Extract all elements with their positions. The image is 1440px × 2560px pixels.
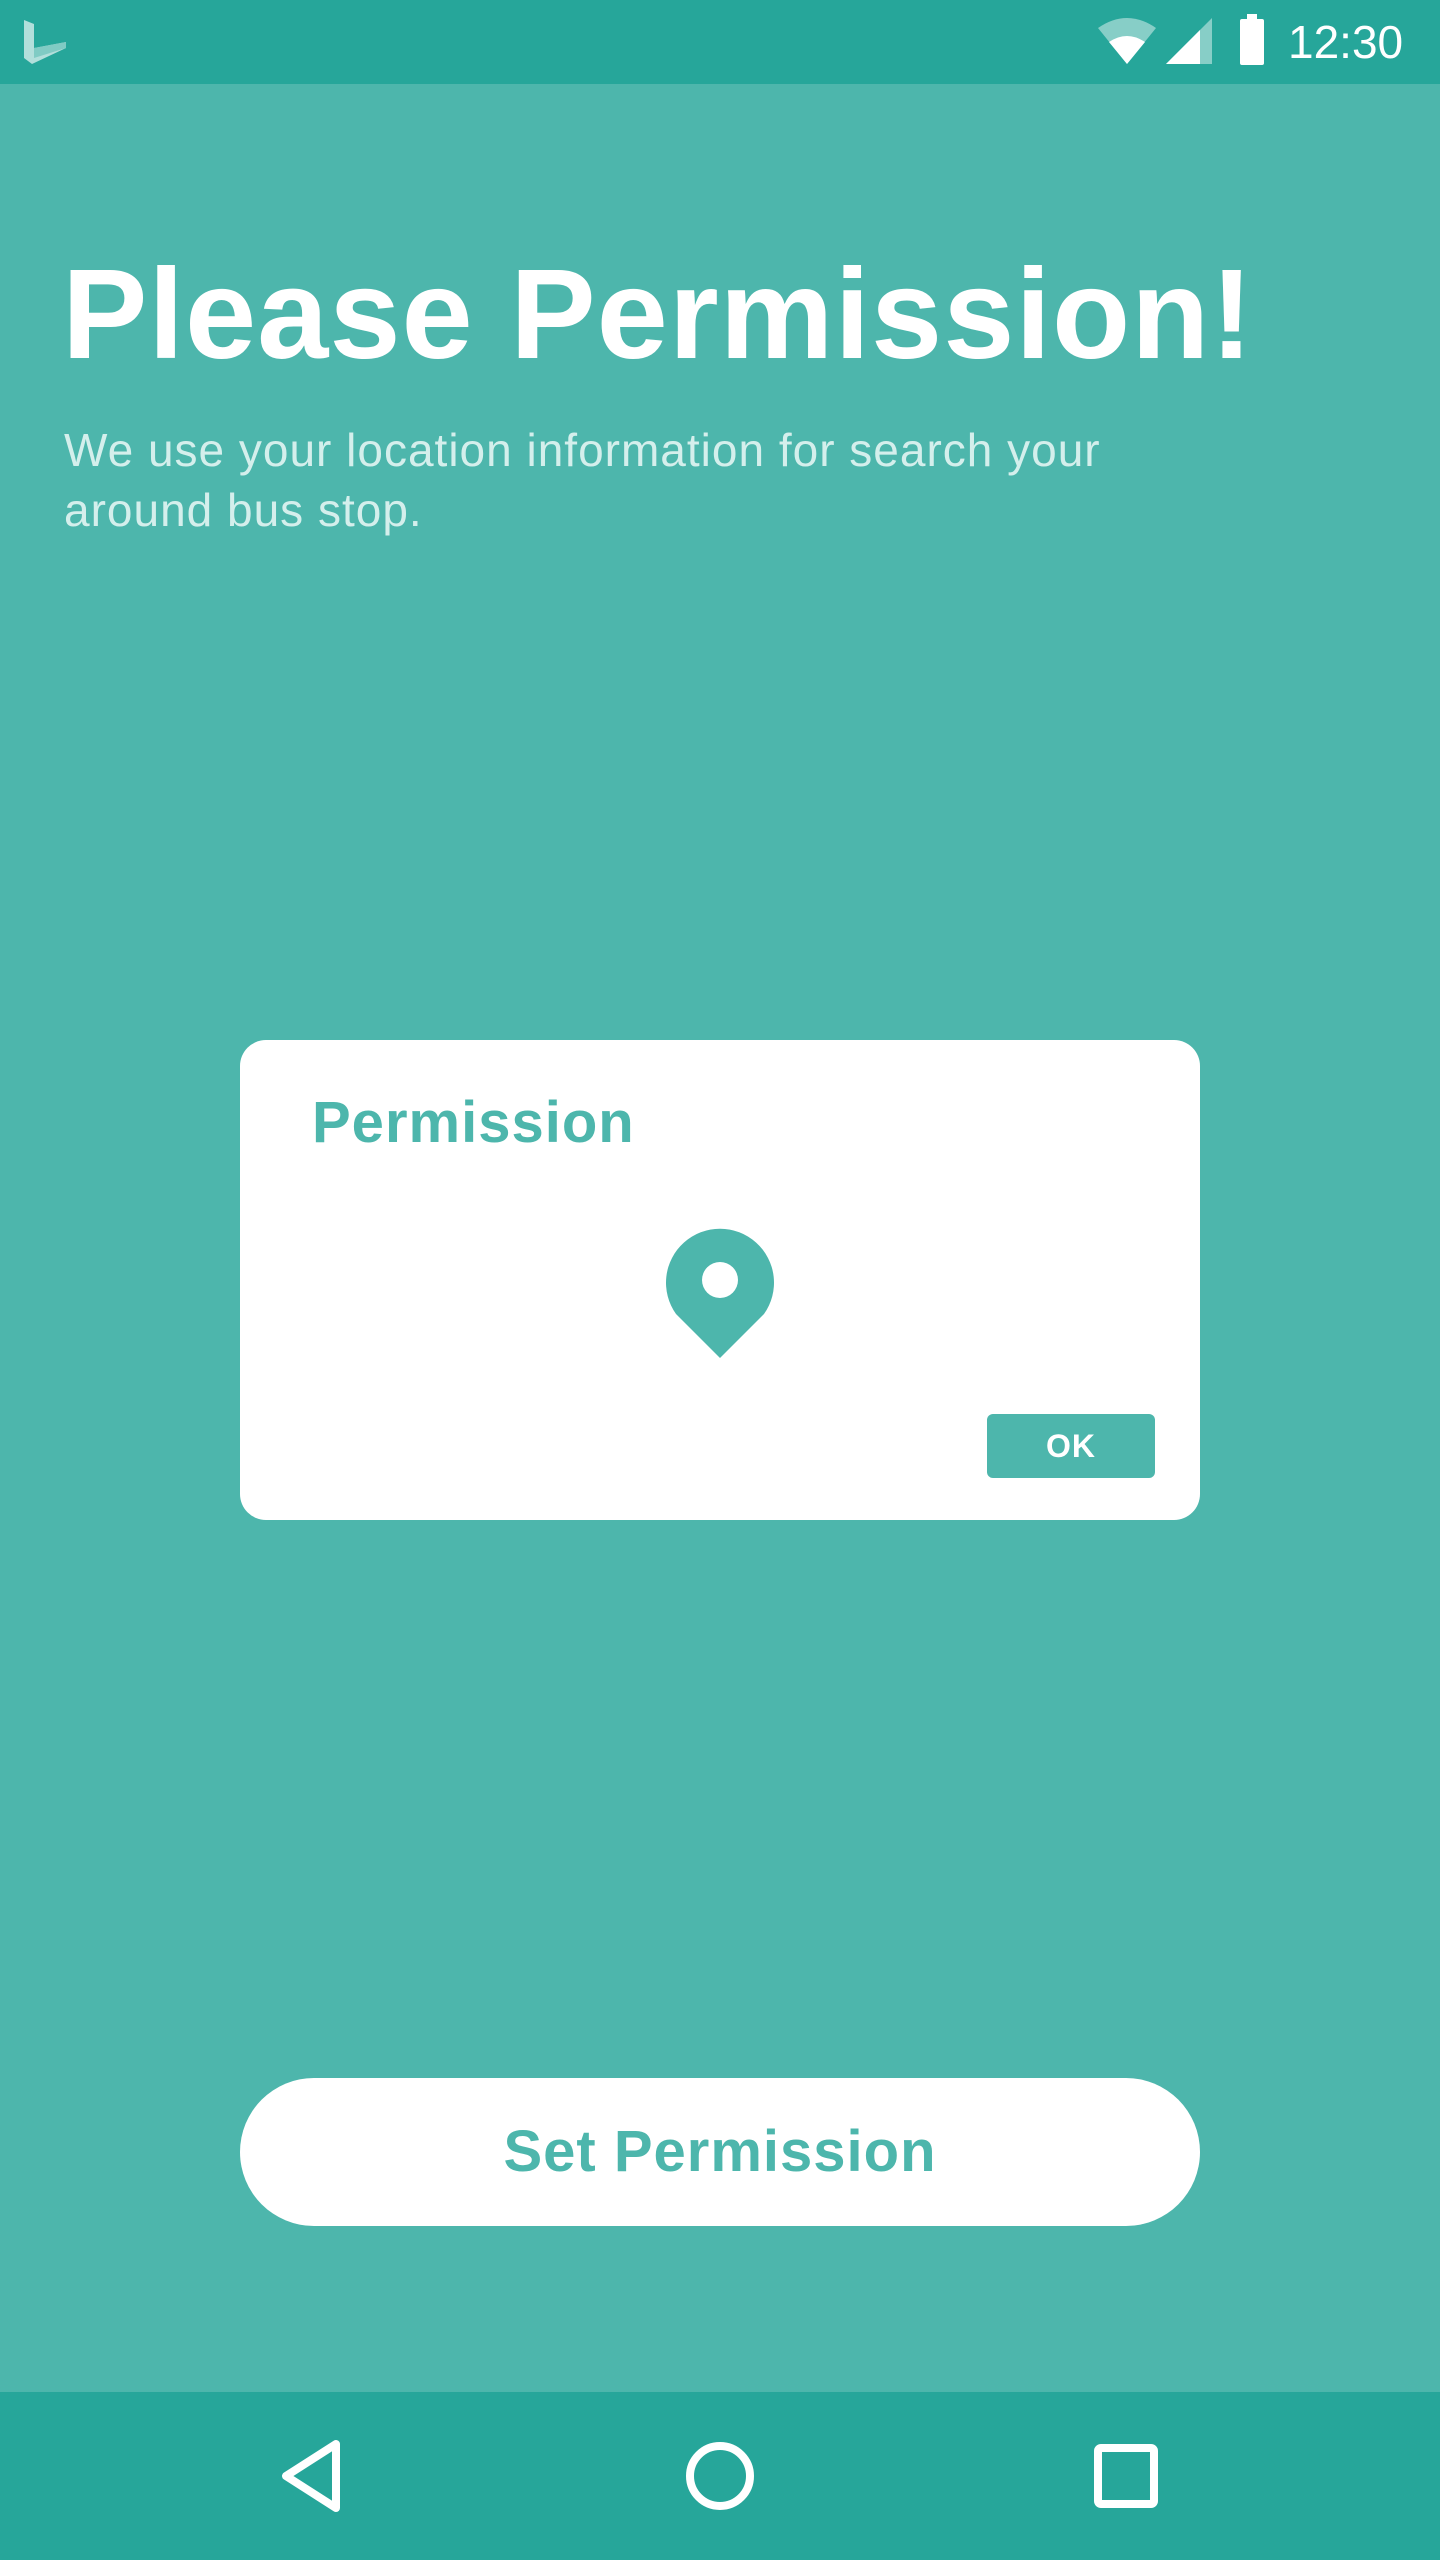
wifi-icon: [1098, 18, 1156, 64]
status-bar: 12:30: [0, 0, 1440, 84]
page-title: Please Permission!: [62, 243, 1254, 386]
dialog-title: Permission: [312, 1090, 635, 1155]
permission-dialog-illustration: Permission OK: [240, 1040, 1200, 1520]
home-icon[interactable]: [676, 2432, 764, 2520]
page-subtitle: We use your location information for sea…: [64, 424, 1101, 536]
location-pin-icon: [666, 1228, 774, 1358]
navigation-bar: [0, 2392, 1440, 2560]
back-icon[interactable]: [270, 2432, 358, 2520]
ok-button[interactable]: OK: [987, 1414, 1155, 1478]
recents-icon[interactable]: [1082, 2432, 1170, 2520]
status-clock: 12:30: [1288, 16, 1404, 68]
battery-icon: [1240, 14, 1264, 65]
set-permission-button[interactable]: Set Permission: [240, 2078, 1200, 2226]
app-logo-icon: [24, 20, 66, 64]
signal-icon: [1166, 18, 1212, 64]
